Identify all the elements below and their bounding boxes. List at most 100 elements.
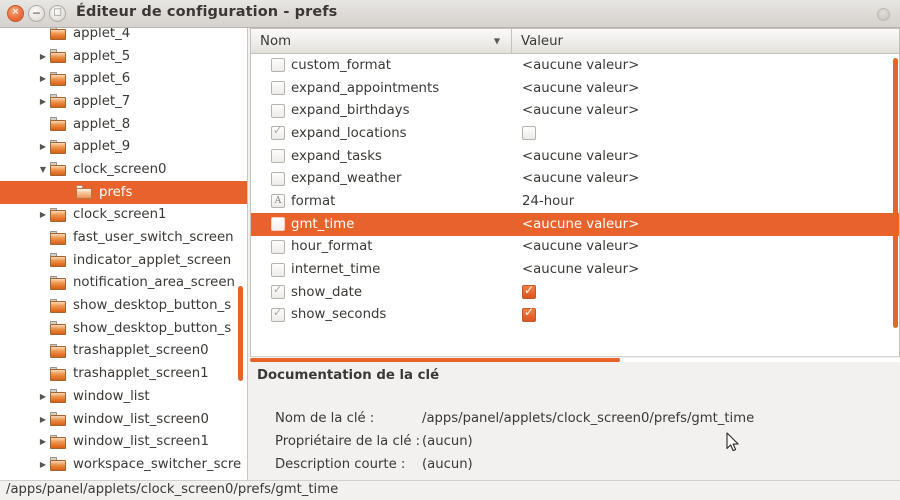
tree-scrollbar-track[interactable] [238,28,245,480]
value-checkbox-checked[interactable] [522,283,536,300]
list-vertical-scrollbar[interactable] [893,58,898,328]
tree-item[interactable]: show_desktop_button_s [0,294,247,317]
tree-item-label: applet_8 [73,116,131,132]
tree-item[interactable]: applet_8 [0,113,247,136]
folder-icon [50,28,67,41]
tree-item[interactable]: trashapplet_screen1 [0,362,247,385]
folder-icon [50,162,67,177]
key-list[interactable]: custom_format <aucune valeur> expand_appoi… [250,54,900,357]
column-header-name[interactable]: Nom ▼ [250,28,512,54]
tree-item-label: clock_screen1 [73,207,167,223]
documentation-field-label: Nom de la clé : [275,411,375,426]
folder-icon [50,412,67,427]
tree-item-label: trashapplet_screen1 [73,366,209,382]
sort-descending-icon[interactable]: ▼ [494,37,500,46]
key-list-row[interactable]: hour_format <aucune valeur> [251,236,899,259]
tree-item[interactable]: notification_area_screen [0,272,247,295]
tree-item[interactable]: ▶ clock_screen1 [0,204,247,227]
key-list-row[interactable]: expand_weather <aucune valeur> [251,167,899,190]
key-value-cell[interactable]: <aucune valeur> [513,171,899,186]
key-value-label: <aucune valeur> [522,239,640,255]
folder-icon [50,230,67,245]
key-list-row[interactable]: Aformat 24-hour [251,190,899,213]
tree-item-label: window_list [73,388,150,404]
documentation-row: Description courte : (aucun) [275,453,754,476]
key-value-cell[interactable]: <aucune valeur> [513,58,899,73]
expand-arrow-closed-icon[interactable]: ▶ [36,97,50,106]
key-value-cell[interactable]: <aucune valeur> [513,262,899,277]
key-list-row[interactable]: expand_birthdays <aucune valeur> [251,99,899,122]
key-name-label: hour_format [291,239,373,255]
tree-item[interactable]: ▶ window_list_screen0 [0,408,247,431]
column-header-value[interactable]: Valeur [512,28,900,54]
tree-item[interactable]: ▶ window_list [0,385,247,408]
tree-item[interactable]: ▶ applet_5 [0,45,247,68]
minimize-button[interactable]: − [28,5,45,22]
tree-item[interactable]: trashapplet_screen0 [0,340,247,363]
tree-item[interactable]: ▶ workspace_switcher_scre [0,453,247,476]
expand-arrow-closed-icon[interactable]: ▶ [36,415,50,424]
expand-arrow-closed-icon[interactable]: ▶ [36,210,50,219]
key-value-cell[interactable]: 24-hour [513,194,899,209]
key-value-cell[interactable]: <aucune valeur> [513,103,899,118]
tree-item[interactable]: indicator_applet_screen [0,249,247,272]
key-value-cell[interactable]: <aucune valeur> [513,81,899,96]
maximize-button[interactable]: □ [49,5,66,22]
expand-arrow-closed-icon[interactable]: ▶ [36,437,50,446]
expand-arrow-closed-icon[interactable]: ▶ [36,392,50,401]
expand-arrow-closed-icon[interactable]: ▶ [36,460,50,469]
expand-arrow-closed-icon[interactable]: ▶ [36,74,50,83]
key-list-row[interactable]: expand_tasks <aucune valeur> [251,145,899,168]
tree-item[interactable]: ▼ clock_screen0 [0,158,247,181]
expand-arrow-closed-icon[interactable]: ▶ [36,52,50,61]
value-checkbox-checked[interactable] [522,305,536,322]
key-list-row[interactable]: internet_time <aucune valeur> [251,258,899,281]
key-name-label: expand_locations [291,125,407,141]
key-list-row[interactable]: show_date [251,281,899,304]
tree-item[interactable]: ▶ applet_7 [0,90,247,113]
tree-item[interactable]: ▶ applet_9 [0,135,247,158]
folder-icon [50,275,67,290]
tree-item[interactable]: ▶ applet_6 [0,67,247,90]
key-name-cell: expand_tasks [251,149,513,164]
documentation-row: Nom de la clé : /apps/panel/applets/clock… [275,407,754,430]
key-name-cell: gmt_time [251,217,513,232]
status-path: /apps/panel/applets/clock_screen0/prefs/… [6,482,339,497]
folder-icon [50,49,67,64]
list-horizontal-scrollbar-thumb[interactable] [250,358,620,362]
key-list-row[interactable]: expand_appointments <aucune valeur> [251,77,899,100]
tree-item-label: applet_9 [73,139,131,155]
key-list-row[interactable]: show_seconds [251,304,899,327]
key-value-cell[interactable]: <aucune valeur> [513,239,899,254]
key-value-cell[interactable] [513,283,899,300]
tree-item[interactable]: ▶ window_list_screen1 [0,430,247,453]
tree-item-label: show_desktop_button_s [73,298,232,314]
key-value-cell[interactable]: <aucune valeur> [513,149,899,164]
key-name-cell: hour_format [251,239,513,254]
directory-tree[interactable]: applet_4 ▶ applet_5 ▶ applet_6 ▶ applet_7apple… [0,28,247,480]
tree-item[interactable]: show_desktop_button_s [0,317,247,340]
value-checkbox-unchecked[interactable] [522,126,536,141]
close-button[interactable]: ✕ [7,5,24,22]
documentation-title: Documentation de la clé [257,368,440,383]
key-value-cell[interactable] [513,126,899,141]
status-bar: /apps/panel/applets/clock_screen0/prefs/… [0,480,900,500]
expand-arrow-closed-icon[interactable]: ▶ [36,142,50,151]
list-horizontal-scrollbar-track[interactable] [250,358,900,362]
expand-arrow-open-icon[interactable]: ▼ [36,165,50,174]
tree-item[interactable]: fast_user_switch_screen [0,226,247,249]
key-value-cell[interactable] [513,305,899,322]
key-list-row[interactable]: custom_format <aucune valeur> [251,54,899,77]
tree-item[interactable]: applet_4 [0,28,247,45]
documentation-field-value: (aucun) [422,434,473,449]
folder-icon [76,185,93,200]
string-key-icon: A [271,194,285,209]
tree-item[interactable]: prefs [0,180,247,204]
key-value-cell[interactable]: <aucune valeur> [513,217,899,232]
boolean-key-unchecked-icon [271,103,285,118]
key-list-row[interactable]: gmt_time <aucune valeur> [251,212,899,236]
window-menu-icon[interactable] [877,8,890,21]
key-list-row[interactable]: expand_locations [251,122,899,145]
key-name-label: expand_birthdays [291,103,410,119]
tree-scrollbar-thumb[interactable] [238,286,243,381]
